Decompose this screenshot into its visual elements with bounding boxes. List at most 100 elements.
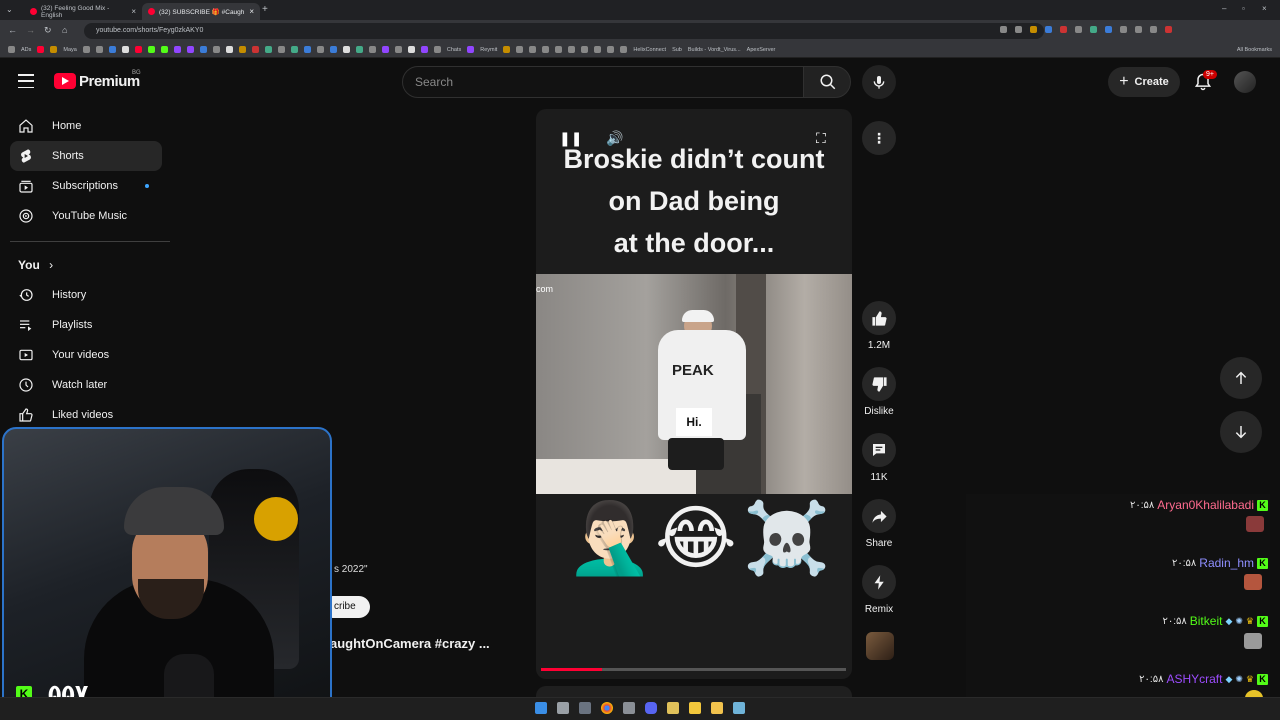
more-vertical-icon: ⋮ [872, 129, 886, 146]
playlists-icon [20, 320, 32, 331]
crown-badge-icon: ♛ [1245, 615, 1254, 626]
comments-count: 11K [870, 472, 888, 483]
sidebar-item-label: YouTube Music [52, 210, 128, 222]
chat-emote [1244, 633, 1262, 649]
bookmark[interactable]: Maya [63, 47, 76, 53]
discord-icon[interactable] [645, 702, 657, 714]
bookmark[interactable]: Sub [672, 47, 682, 53]
youtube-logo-icon[interactable] [54, 73, 76, 89]
next-short-button[interactable] [1220, 411, 1262, 453]
back-icon[interactable]: ← [8, 25, 17, 35]
fullscreen-icon[interactable]: ⛶ [816, 130, 826, 147]
sidebar-item-watch-later[interactable]: Watch later [10, 370, 162, 400]
previous-short-button[interactable] [1220, 357, 1262, 399]
more-options-button[interactable]: ⋮ [862, 121, 896, 155]
tab-title: (32) SUBSCRIBE 🎁 #Caugh [159, 8, 245, 16]
reload-icon[interactable]: ↻ [44, 25, 52, 36]
subscriptions-icon [19, 180, 33, 193]
notification-count-badge: 9+ [1203, 70, 1217, 79]
tab-list-icon[interactable]: ⌄ [6, 5, 13, 14]
caption-line: Broskie didn’t count [563, 144, 825, 174]
sidebar-item-subscriptions[interactable]: Subscriptions [10, 171, 162, 201]
maximize-icon[interactable]: ▫ [1242, 4, 1245, 13]
dislike-button[interactable] [862, 367, 896, 401]
bookmark[interactable]: HelixConnect [633, 47, 666, 53]
browser-tab[interactable]: (32) Feeling Good Mix - English × [24, 3, 142, 20]
browser-tab-active[interactable]: (32) SUBSCRIBE 🎁 #Caugh × [142, 3, 260, 20]
background-video-tags[interactable]: aughtOnCamera #crazy ... [330, 636, 490, 651]
liked-icon [19, 408, 33, 422]
sidebar-item-your-videos[interactable]: Your videos [10, 340, 162, 370]
taskbar-app-icon[interactable] [689, 702, 701, 714]
taskbar-app-icon[interactable] [733, 702, 745, 714]
create-button[interactable]: + Create [1108, 67, 1180, 97]
kick-badge-icon: K [1257, 557, 1268, 569]
dislike-label: Dislike [864, 406, 894, 417]
sidebar-item-label: Subscriptions [52, 180, 119, 192]
arrow-up-icon [1235, 371, 1247, 384]
close-icon[interactable]: × [131, 7, 136, 16]
windows-start-icon[interactable] [535, 702, 547, 714]
remix-label: Remix [864, 604, 894, 615]
share-icon [871, 510, 887, 523]
sidebar-item-youtube-music[interactable]: YouTube Music [10, 201, 162, 231]
sidebar-item-label: Home [52, 120, 82, 132]
remix-button[interactable] [862, 565, 896, 599]
share-button[interactable] [862, 499, 896, 533]
volume-icon[interactable]: 🔊 [606, 130, 623, 147]
chrome-icon[interactable] [601, 702, 613, 714]
your-videos-icon [19, 349, 33, 361]
taskbar-app-icon[interactable] [579, 702, 591, 714]
search-button[interactable] [803, 66, 851, 98]
sound-thumbnail[interactable] [866, 632, 894, 660]
chat-user: ASHYcraft [1166, 672, 1223, 686]
sidebar-item-home[interactable]: Home [10, 111, 162, 141]
like-button[interactable] [862, 301, 896, 335]
kick-badge-icon: K [1257, 615, 1268, 627]
search-input[interactable]: Search [402, 66, 804, 98]
sidebar-item-playlists[interactable]: Playlists [10, 310, 162, 340]
close-icon[interactable]: × [249, 7, 254, 16]
forward-icon[interactable]: → [26, 25, 35, 35]
avatar[interactable] [1234, 71, 1256, 93]
sidebar-you-heading[interactable]: You › [18, 258, 53, 272]
background-video-title: s 2022" [334, 564, 368, 575]
logo-country-code: BG [132, 70, 141, 76]
caption-line: on Dad being [608, 186, 780, 216]
home-icon [19, 119, 33, 133]
bookmark[interactable]: Builds - Vordt_Virus... [688, 47, 741, 53]
url-field[interactable]: youtube.com/shorts/Feyg0zkAKY0 [84, 23, 1044, 39]
voice-search-button[interactable] [862, 65, 896, 99]
taskbar-app-icon[interactable] [667, 702, 679, 714]
bookmark[interactable]: Reymit [480, 47, 497, 53]
bookmark[interactable]: All Bookmarks [1237, 47, 1272, 53]
minimize-icon[interactable]: – [1222, 4, 1226, 13]
taskbar-app-icon[interactable] [557, 702, 569, 714]
sidebar-divider [10, 241, 170, 242]
music-icon [19, 209, 33, 223]
home-browser-icon[interactable]: ⌂ [62, 25, 67, 35]
folder-icon[interactable] [711, 702, 723, 714]
sidebar-item-shorts[interactable]: Shorts [10, 141, 162, 171]
sidebar-item-history[interactable]: History [10, 280, 162, 310]
window-close-icon[interactable]: × [1262, 4, 1267, 13]
taskbar-app-icon[interactable] [623, 702, 635, 714]
bookmark[interactable]: ADs [21, 47, 31, 53]
badge-icon: ✺ [1235, 615, 1243, 626]
shirt-text: PEAK [672, 362, 714, 379]
bookmark[interactable]: Chats [447, 47, 461, 53]
logo-text[interactable]: Premium [79, 73, 140, 90]
sidebar-item-label: History [52, 289, 87, 301]
new-tab-icon[interactable]: + [262, 4, 268, 15]
bookmark[interactable]: ApexServer [747, 47, 776, 53]
sidebar-item-label: Playlists [52, 319, 93, 331]
extensions-icon-row[interactable] [1000, 26, 1210, 36]
pause-icon[interactable]: ❚❚ [559, 130, 582, 147]
video-progress-bar[interactable] [541, 668, 846, 671]
comments-button[interactable] [862, 433, 896, 467]
person-shorts [668, 438, 724, 470]
menu-icon[interactable] [18, 74, 34, 88]
sidebar-item-liked-videos[interactable]: Liked videos [10, 400, 162, 430]
caption-line: at the door... [613, 228, 775, 258]
chat-time: ۲۰:۵۸ [1130, 499, 1155, 511]
